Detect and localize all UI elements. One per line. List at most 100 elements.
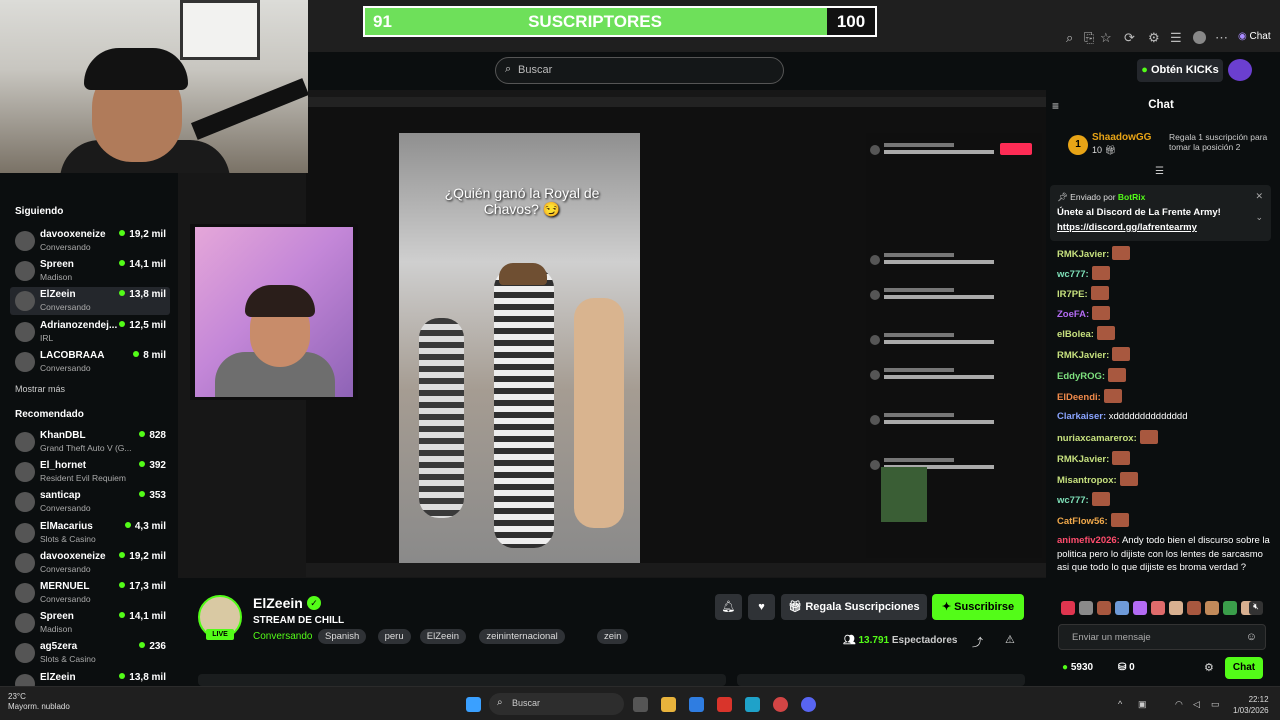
sidebar-channel-item[interactable]: KhanDBL Grand Theft Auto V (G... 828 xyxy=(10,428,170,456)
share-icon[interactable]: ⤴ xyxy=(972,634,983,650)
chat-username[interactable]: RMKJavier: xyxy=(1057,350,1109,361)
sidebar-channel-item[interactable]: El_hornet Resident Evil Requiem 392 xyxy=(10,458,170,486)
channel-points[interactable]: ● 5930 xyxy=(1062,662,1093,673)
tray-chevron-icon[interactable]: ^ xyxy=(1118,699,1122,709)
edge-icon[interactable] xyxy=(745,697,760,712)
sidebar-channel-item[interactable]: Spreen Madison 14,1 mil xyxy=(10,257,170,285)
emoji-icon[interactable]: ☺ xyxy=(1246,631,1257,643)
chat-username[interactable]: Misantropox: xyxy=(1057,475,1117,486)
sidebar-viewer-number: 13,8 mil xyxy=(129,289,166,301)
chat-username[interactable]: RMKJavier: xyxy=(1057,454,1109,465)
volume-icon[interactable]: ◁ xyxy=(1193,699,1200,710)
tiktok-follow-button xyxy=(1000,143,1032,155)
chat-username[interactable]: IR7PE: xyxy=(1057,289,1088,300)
obs-icon[interactable] xyxy=(773,697,788,712)
rewards-counter[interactable]: ⛁ 0 xyxy=(1118,662,1135,673)
quick-emote[interactable] xyxy=(1205,601,1219,615)
chat-username[interactable]: wc777: xyxy=(1057,269,1089,280)
chat-username[interactable]: EddyROG: xyxy=(1057,371,1105,382)
chat-username[interactable]: nuriaxcamarerox: xyxy=(1057,433,1137,444)
stream-category[interactable]: Conversando xyxy=(253,631,312,642)
quick-emote[interactable] xyxy=(1187,601,1201,615)
chat-settings-icon[interactable]: ⚙ xyxy=(1204,661,1214,674)
chevron-down-icon[interactable]: ⌄ xyxy=(1255,212,1263,223)
pinned-link[interactable]: https://discord.gg/lafrentearmy xyxy=(1057,222,1197,233)
stream-tag[interactable]: zeininternacional xyxy=(479,629,565,644)
sidebar-channel-item[interactable]: ElZeein Conversando 13,8 mil xyxy=(10,287,170,316)
clock[interactable]: 22:12 1/03/2026 xyxy=(1233,694,1269,716)
rewards-icon: ⛁ xyxy=(1118,662,1127,673)
app-icon[interactable] xyxy=(689,697,704,712)
quick-emote[interactable] xyxy=(1061,601,1075,615)
chat-username[interactable]: CatFlow56: xyxy=(1057,516,1108,527)
report-icon[interactable]: ⚠ xyxy=(1005,633,1015,646)
gift-subs-button[interactable]: 🎁︎ Regala Suscripciones xyxy=(781,594,927,620)
subscribe-button[interactable]: ✦ Suscribirse xyxy=(932,594,1024,620)
favorites-icon[interactable]: ☰ xyxy=(1170,30,1182,46)
more-menu-icon[interactable]: ⋯ xyxy=(1215,30,1228,46)
unpin-icon[interactable]: ✕ xyxy=(1255,191,1263,202)
show-more-link[interactable]: Mostrar más xyxy=(15,384,65,394)
stream-tag[interactable]: peru xyxy=(377,629,411,644)
office-icon[interactable] xyxy=(717,697,732,712)
refresh-icon[interactable]: ⟳ xyxy=(1124,30,1135,46)
extensions-icon[interactable]: ⚙ xyxy=(1148,30,1160,46)
chat-username[interactable]: wc777: xyxy=(1057,495,1089,506)
file-explorer-icon[interactable] xyxy=(661,697,676,712)
comment-line xyxy=(870,368,1030,390)
chat-send-button[interactable]: Chat xyxy=(1225,657,1263,679)
pinned-text: Únete al Discord de La Frente Army! xyxy=(1057,207,1221,218)
sidebar-channel-item[interactable]: ElMacarius Slots & Casino 4,3 mil xyxy=(10,519,170,547)
discord-icon[interactable] xyxy=(801,697,816,712)
chat-username[interactable]: ElDeendi: xyxy=(1057,392,1101,403)
weather-widget[interactable]: 23°C Mayorm. nublado xyxy=(8,692,70,712)
sidebar-channel-item[interactable]: davooxeneize Conversando 19,2 mil xyxy=(10,227,170,255)
sidebar-channel-item[interactable]: davooxeneize Conversando 19,2 mil xyxy=(10,549,170,577)
start-icon[interactable] xyxy=(466,697,481,712)
stream-title: STREAM DE CHILL xyxy=(253,615,345,626)
quick-emote[interactable] xyxy=(1151,601,1165,615)
quick-emote[interactable] xyxy=(1223,601,1237,615)
quick-emote[interactable] xyxy=(1097,601,1111,615)
sidebar-channel-item[interactable]: MERNUEL Conversando 17,3 mil xyxy=(10,579,170,607)
chat-message-input[interactable]: Enviar un mensaje ☺ xyxy=(1058,624,1266,650)
chat-username[interactable]: elBolea: xyxy=(1057,329,1094,340)
chat-username[interactable]: Clarkaiser: xyxy=(1057,411,1106,422)
taskbar-search[interactable]: ⌕ Buscar xyxy=(489,693,624,715)
quick-emote[interactable] xyxy=(1133,601,1147,615)
wifi-icon[interactable]: ◠ xyxy=(1175,699,1183,710)
sidebar-channel-item[interactable]: Adrianozendej... IRL 12,5 mil xyxy=(10,318,170,346)
battery-icon[interactable]: ▭ xyxy=(1211,699,1220,710)
search-input[interactable]: ⌕ Buscar xyxy=(495,57,784,84)
profile-avatar[interactable] xyxy=(1193,31,1206,44)
translate-icon[interactable]: ⎘ xyxy=(1084,30,1094,46)
stream-tag[interactable]: zein xyxy=(597,629,629,644)
quick-emote[interactable] xyxy=(1169,601,1183,615)
quick-emote[interactable] xyxy=(1115,601,1129,615)
task-view-icon[interactable] xyxy=(633,697,648,712)
get-kicks-button[interactable]: ● Obtén KICKs xyxy=(1137,59,1223,82)
sidebar-channel-item[interactable]: santicap Conversando 353 xyxy=(10,488,170,516)
notify-bell-button[interactable]: 🔔︎ xyxy=(715,594,742,620)
quick-emote[interactable] xyxy=(1079,601,1093,615)
copilot-chat-button[interactable]: ◉ Chat xyxy=(1238,31,1271,42)
user-avatar[interactable] xyxy=(1228,59,1252,81)
expand-leaderboard-icon[interactable]: ☰ xyxy=(1155,166,1164,177)
chat-username[interactable]: RMKJavier: xyxy=(1057,249,1109,260)
stream-tag[interactable]: Spanish xyxy=(318,629,367,644)
bookmark-star-icon[interactable]: ☆ xyxy=(1100,30,1112,46)
sidebar-channel-item[interactable]: ag5zera Slots & Casino 236 xyxy=(10,639,170,667)
gift-subs-label: Regala Suscripciones xyxy=(805,601,920,613)
channel-name[interactable]: ElZeein xyxy=(253,595,303,611)
chat-username[interactable]: ZoeFA: xyxy=(1057,309,1089,320)
sidebar-channel-item[interactable]: Spreen Madison 14,1 mil xyxy=(10,609,170,637)
zoom-icon[interactable]: ⌕ xyxy=(1066,30,1073,46)
tray-app-icon[interactable]: ▣ xyxy=(1138,699,1147,710)
mute-icon[interactable]: 🔇︎ xyxy=(1249,601,1263,615)
sidebar-channel-status: Conversando xyxy=(40,563,91,574)
chat-username[interactable]: animefiv2026: xyxy=(1057,535,1120,546)
emote-image xyxy=(1092,306,1111,320)
stream-tag[interactable]: ElZeein xyxy=(419,629,467,644)
sidebar-channel-item[interactable]: LACOBRAAA Conversando 8 mil xyxy=(10,348,170,376)
follow-heart-button[interactable]: ♥ xyxy=(748,594,775,620)
